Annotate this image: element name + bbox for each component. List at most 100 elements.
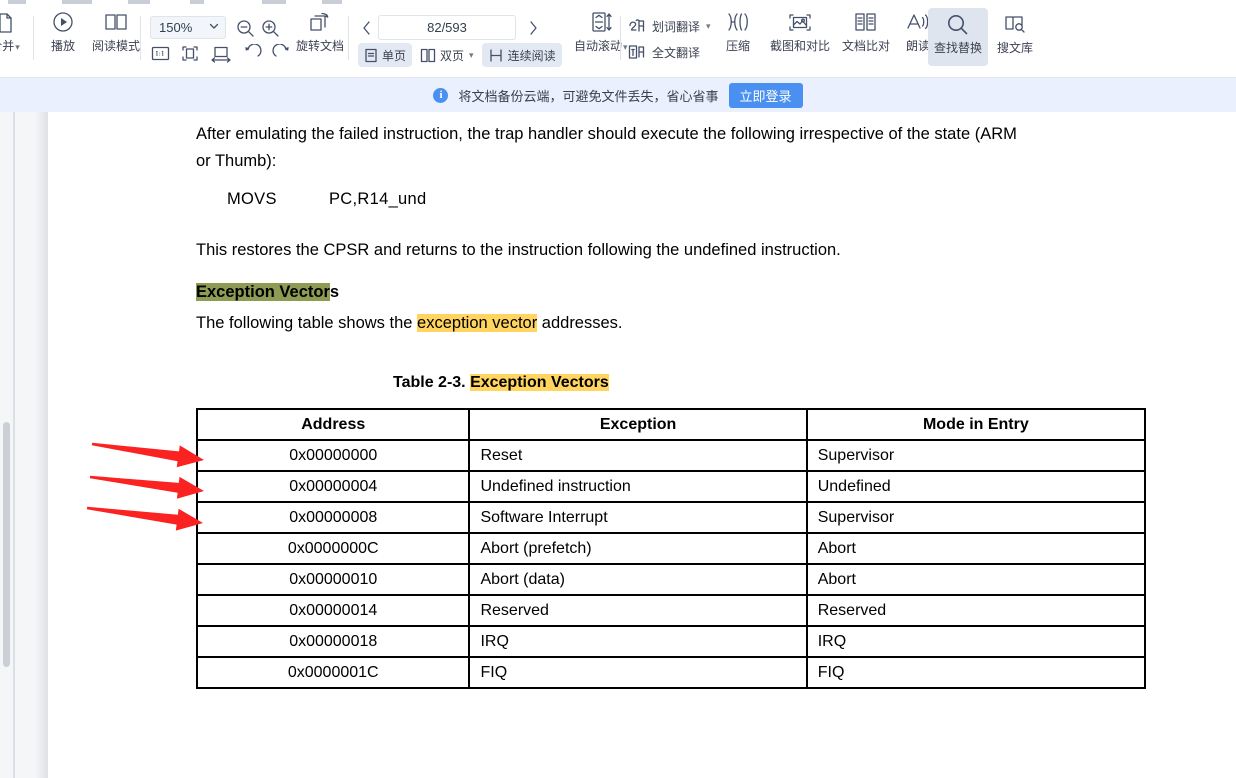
chevron-down-icon: ▾ — [15, 42, 20, 52]
rotate-cw-button[interactable] — [272, 43, 292, 68]
play-label: 播放 — [50, 39, 75, 53]
continuous-read-label: 连续阅读 — [507, 48, 556, 63]
zoom-in-button[interactable] — [258, 16, 282, 40]
word-translate-label: 划词翻译 — [652, 19, 701, 34]
next-page-button[interactable] — [522, 16, 544, 39]
zoom-in-icon — [262, 20, 279, 37]
search-library-button[interactable]: 搜文库 — [988, 8, 1042, 55]
auto-scroll-button[interactable]: 自动滚动▾ — [568, 8, 634, 54]
code-operand: PC,R14_und — [329, 190, 427, 208]
page-number-input[interactable]: 82/593 — [378, 15, 516, 40]
ribbon-tabs-sliver — [0, 0, 1236, 7]
mode-cell: Abort — [805, 563, 1147, 596]
paragraph-1-line-2: or Thumb): — [196, 152, 277, 170]
paragraph-3-post: addresses. — [537, 314, 623, 332]
find-replace-button[interactable]: 查找替换 — [928, 8, 989, 66]
double-page-label: 双页 — [440, 48, 465, 63]
table-row: 0x00000004 Undefined instruction Undefin… — [195, 470, 1147, 503]
exception-cell: Reset — [468, 439, 808, 472]
doc-compare-label: 文档比对 — [842, 39, 891, 53]
chevron-down-icon — [208, 19, 220, 37]
paragraph-3: The following table shows the exception … — [196, 314, 623, 333]
section-heading: Exception Vectors — [196, 283, 339, 302]
zoom-out-button[interactable] — [233, 16, 257, 40]
search-icon — [944, 12, 972, 38]
address-cell: 0x00000008 — [195, 501, 471, 534]
page-number-value: 82/593 — [427, 20, 467, 35]
vertical-scrollbar-thumb[interactable] — [3, 422, 10, 667]
double-page-button[interactable]: 双页 ▾ — [414, 43, 480, 67]
book-open-icon — [102, 10, 130, 36]
fit-width-icon — [211, 46, 231, 63]
search-library-label: 搜文库 — [997, 41, 1034, 55]
exception-cell: IRQ — [468, 625, 808, 658]
exception-cell: Abort (prefetch) — [468, 532, 808, 565]
table-header-cell: Exception — [468, 408, 808, 441]
login-now-button[interactable]: 立即登录 — [728, 82, 803, 108]
merge-button[interactable]: 合并▾ — [0, 8, 28, 54]
table-caption-highlight: Exception Vectors — [470, 374, 609, 391]
zoom-out-icon — [237, 20, 254, 37]
read-mode-button[interactable]: 阅读模式 — [86, 8, 146, 53]
page-margin-shadow — [15, 112, 48, 778]
exception-cell: Abort (data) — [468, 563, 808, 596]
word-translate-icon — [629, 19, 645, 32]
continuous-read-icon — [489, 48, 502, 62]
table-row: 0x00000014 Reserved Reserved — [195, 594, 1147, 627]
rotate-doc-label: 旋转文档 — [296, 39, 345, 53]
word-translate-button[interactable]: 划词翻译 ▾ — [628, 17, 711, 35]
search-library-icon — [1001, 12, 1029, 38]
paragraph-1-line-1: After emulating the failed instruction, … — [196, 125, 1017, 143]
exception-cell: FIQ — [468, 656, 808, 689]
cloud-backup-notice-bar: i 将文档备份云端，可避免文件丢失，省心省事 立即登录 — [0, 78, 1236, 112]
compress-icon — [723, 10, 753, 36]
single-page-button[interactable]: 单页 — [358, 43, 413, 67]
rotate-document-icon — [306, 10, 334, 36]
chevron-right-icon — [530, 20, 537, 35]
auto-scroll-label: 自动滚动 — [574, 39, 623, 53]
doc-compare-button[interactable]: 文档比对 — [836, 8, 896, 53]
rotate-clockwise-icon — [272, 43, 289, 57]
screenshot-compare-button[interactable]: 截图和对比 — [764, 8, 836, 53]
compress-button[interactable]: 压缩 — [712, 8, 764, 53]
address-cell: 0x00000018 — [195, 625, 471, 658]
heading-highlight: Exception Vector — [196, 283, 330, 301]
notice-text: 将文档备份云端，可避免文件丢失，省心省事 — [458, 88, 719, 104]
chevron-left-icon — [363, 20, 370, 35]
full-translate-button[interactable]: 全文翻译 — [628, 43, 700, 61]
exception-cell: Reserved — [468, 594, 808, 627]
zoom-level-select[interactable]: 150% — [150, 16, 226, 39]
full-translate-icon — [628, 45, 645, 59]
paragraph-3-pre: The following table shows the — [196, 314, 418, 332]
table-row: 0x00000000 Reset Supervisor — [195, 439, 1147, 472]
table-row: 0x0000001C FIQ FIQ — [195, 656, 1147, 689]
rotate-document-button[interactable]: 旋转文档 — [290, 8, 350, 53]
table-header-row: Address Exception Mode in Entry — [195, 408, 1147, 441]
mode-cell: Reserved — [805, 594, 1147, 627]
mode-cell: Abort — [805, 532, 1147, 565]
rotate-ccw-button[interactable] — [242, 43, 262, 68]
prev-page-button[interactable] — [356, 16, 378, 39]
info-icon: i — [433, 87, 449, 103]
compress-label: 压缩 — [725, 39, 750, 53]
single-page-icon — [365, 48, 377, 62]
fit-page-button[interactable] — [180, 44, 200, 68]
screenshot-compare-icon — [785, 10, 815, 36]
actual-size-button[interactable] — [151, 45, 170, 67]
single-page-label: 单页 — [382, 48, 407, 63]
read-aloud-label: 朗读 — [906, 39, 931, 53]
fit-page-icon — [182, 46, 198, 61]
code-mnemonic: MOVS — [227, 190, 277, 208]
mode-cell: Supervisor — [805, 501, 1147, 534]
table-row: 0x00000008 Software Interrupt Supervisor — [195, 501, 1147, 534]
actual-size-1-1-icon — [151, 46, 170, 61]
exception-cell: Undefined instruction — [468, 470, 808, 503]
table-caption-pre: Table 2-3. — [393, 374, 471, 391]
chevron-down-icon: ▾ — [469, 49, 474, 60]
continuous-read-button[interactable]: 连续阅读 — [481, 43, 562, 67]
merge-group: 合并▾ — [0, 8, 28, 70]
fit-width-button[interactable] — [210, 44, 232, 68]
chevron-down-icon: ▾ — [623, 42, 628, 52]
play-button[interactable]: 播放 — [40, 8, 86, 53]
read-mode-label: 阅读模式 — [92, 39, 141, 53]
